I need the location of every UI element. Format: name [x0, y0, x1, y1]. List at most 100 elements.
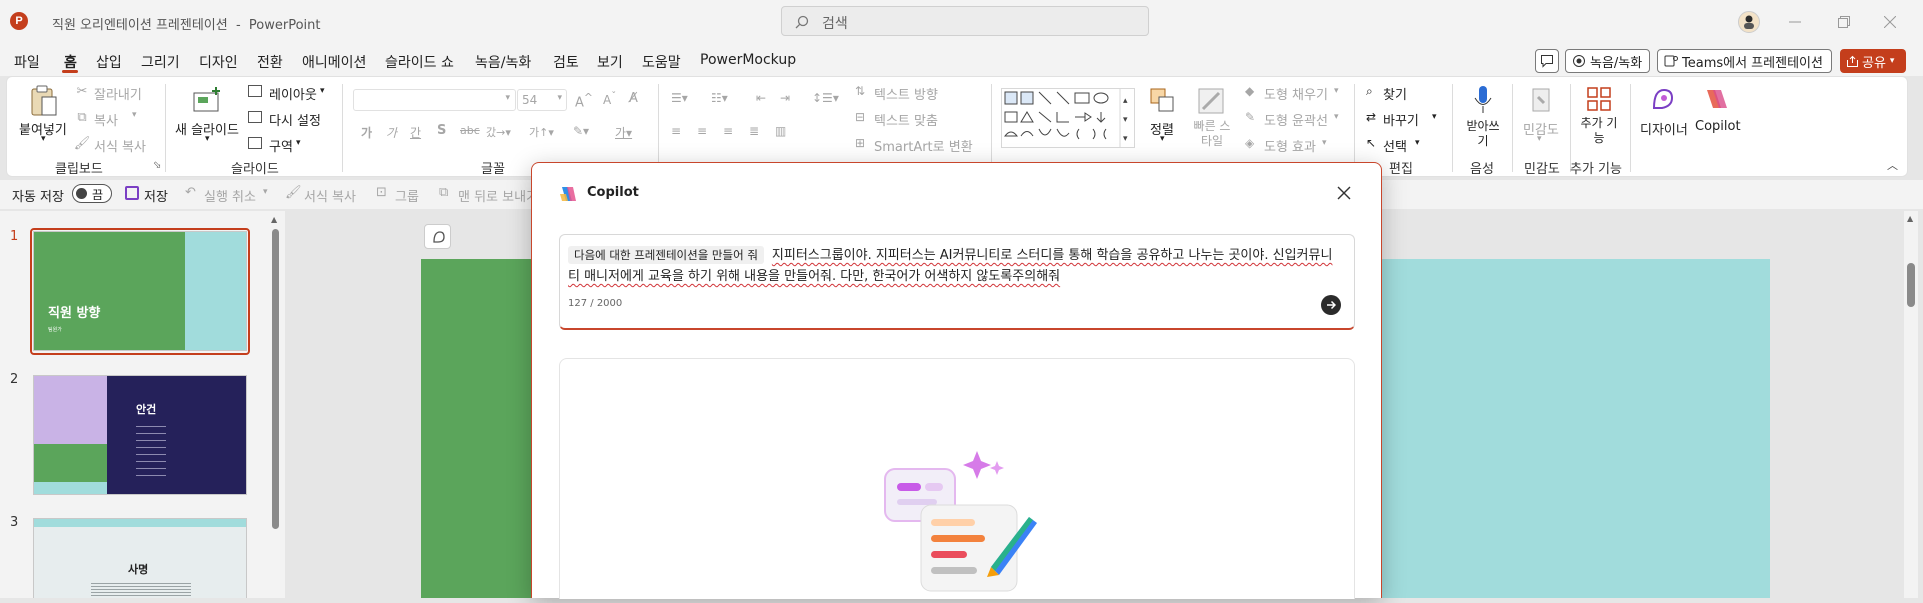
align-right-icon[interactable]: ≡ — [723, 124, 733, 138]
arrange-icon[interactable] — [1148, 86, 1178, 116]
clear-format-icon[interactable]: A̸ — [629, 91, 638, 106]
new-slide-icon[interactable] — [191, 86, 223, 116]
quick-styles-icon[interactable] — [1196, 86, 1226, 116]
shape-fill-button[interactable]: 도형 채우기 — [1264, 84, 1328, 103]
shapes-gallery[interactable]: ▴ ▾ ▾ — [1001, 88, 1135, 148]
slide-thumbnail-1[interactable]: 직원 방향 팀원가 — [33, 231, 247, 351]
char-spacing-icon[interactable]: 갔→▾ — [486, 124, 511, 140]
addins-icon[interactable] — [1584, 84, 1614, 114]
tab-slideshow[interactable]: 슬라이드 쇼 — [385, 52, 454, 72]
tab-draw[interactable]: 그리기 — [141, 52, 180, 72]
copy-button[interactable]: 복사 — [94, 110, 118, 129]
tab-design[interactable]: 디자인 — [199, 52, 238, 72]
record-button[interactable]: 녹음/녹화 — [1565, 49, 1650, 73]
tab-transitions[interactable]: 전환 — [257, 52, 283, 72]
text-direction-button[interactable]: 텍스트 방향 — [874, 84, 938, 103]
reset-button[interactable]: 다시 설정 — [269, 110, 321, 129]
tab-help[interactable]: 도움말 — [642, 52, 681, 72]
editor-scrollbar[interactable]: ▲ — [1904, 211, 1918, 598]
prompt-chip[interactable]: 다음에 대한 프레젠테이션을 만들어 줘 — [568, 246, 764, 264]
font-color-icon[interactable]: 가▾ — [615, 124, 632, 141]
font-name-select[interactable]: ▾ — [353, 89, 516, 111]
bold-icon[interactable]: 가 — [361, 124, 372, 141]
decrease-font-icon[interactable]: Aˇ — [603, 91, 616, 107]
undo-button[interactable]: 실행 취소 — [204, 186, 256, 205]
increase-font-icon[interactable]: A^ — [575, 91, 593, 110]
qat-format-painter-button[interactable]: 서식 복사 — [304, 186, 356, 205]
bullets-icon[interactable]: ☰▾ — [671, 91, 688, 105]
teams-present-button[interactable]: Teams에서 프레젠테이션 — [1657, 49, 1832, 73]
strikethrough-icon[interactable]: abc — [460, 124, 480, 137]
shadow-icon[interactable]: S — [437, 123, 446, 138]
section-button[interactable]: 구역 — [269, 136, 293, 155]
scrollbar-thumb[interactable] — [272, 229, 279, 529]
send-button[interactable] — [1321, 295, 1341, 315]
designer-float-icon[interactable] — [424, 224, 451, 249]
shape-outline-button[interactable]: 도형 윤곽선 — [1264, 110, 1328, 129]
restore-icon[interactable] — [1834, 12, 1854, 32]
tab-home[interactable]: 홈 — [64, 52, 77, 72]
send-back-button[interactable]: 맨 뒤로 보내기 — [458, 186, 538, 205]
tab-review[interactable]: 검토 — [553, 52, 579, 72]
slide-thumbnail-3[interactable]: 사명 — [33, 518, 247, 598]
svg-text:▾: ▾ — [1123, 115, 1128, 125]
cut-button[interactable]: 잘라내기 — [94, 84, 142, 103]
align-text-button[interactable]: 텍스트 맞춤 — [874, 110, 938, 129]
thumbnail-scrollbar[interactable]: ▲ — [271, 215, 279, 598]
scroll-up-icon[interactable]: ▲ — [271, 215, 277, 224]
decrease-indent-icon[interactable]: ⇤ — [756, 91, 766, 105]
dictate-button[interactable]: 받아쓰기 — [1465, 119, 1501, 149]
smartart-button[interactable]: SmartArt로 변환 — [874, 136, 973, 155]
prompt-box[interactable]: 다음에 대한 프레젠테이션을 만들어 줘 지피터스그룹이야. 지피터스는 AI커뮤… — [559, 234, 1355, 330]
collapse-ribbon-icon[interactable]: ︿ — [1887, 157, 1898, 173]
scroll-up-icon[interactable]: ▲ — [1907, 214, 1913, 223]
paste-icon[interactable] — [28, 84, 60, 118]
tab-animations[interactable]: 애니메이션 — [302, 52, 366, 72]
align-left-icon[interactable]: ≡ — [671, 124, 681, 138]
align-center-icon[interactable]: ≡ — [697, 124, 707, 138]
dialog-launcher-icon[interactable]: ⬂ — [153, 160, 161, 171]
quick-styles-button[interactable]: 빠른 스타일 — [1192, 119, 1232, 149]
copilot-ribbon-button[interactable]: Copilot — [1695, 119, 1741, 134]
user-avatar[interactable] — [1738, 11, 1760, 33]
sensitivity-icon[interactable] — [1527, 84, 1555, 116]
save-button[interactable]: 저장 — [144, 186, 168, 205]
microphone-icon[interactable] — [1469, 84, 1497, 116]
line-spacing-icon[interactable]: ↕☰▾ — [812, 91, 839, 105]
minimize-icon[interactable] — [1785, 12, 1805, 32]
underline-icon[interactable]: 간 — [410, 124, 421, 141]
addins-button[interactable]: 추가 기능 — [1580, 116, 1618, 146]
search-box[interactable]: 검색 — [781, 6, 1149, 36]
justify-icon[interactable]: ≣ — [749, 124, 759, 138]
numbering-icon[interactable]: ☷▾ — [711, 91, 728, 105]
font-size-select[interactable]: 54 ▾ — [517, 89, 567, 111]
tab-view[interactable]: 보기 — [597, 52, 623, 72]
find-button[interactable]: 찾기 — [1383, 84, 1407, 103]
group-button[interactable]: 그룹 — [395, 186, 419, 205]
slide-thumbnail-2[interactable]: 안건 — [33, 375, 247, 495]
designer-button[interactable]: 디자이너 — [1640, 119, 1688, 138]
prompt-text-area[interactable]: 다음에 대한 프레젠테이션을 만들어 줘 지피터스그룹이야. 지피터스는 AI커뮤… — [568, 245, 1338, 287]
shape-effects-button[interactable]: 도형 효과 — [1264, 136, 1316, 155]
tab-powermockup[interactable]: PowerMockup — [700, 52, 796, 68]
format-painter-button[interactable]: 서식 복사 — [94, 136, 146, 155]
designer-icon[interactable] — [1648, 84, 1678, 114]
highlight-icon[interactable]: ✎▾ — [573, 124, 589, 138]
tab-insert[interactable]: 삽입 — [96, 52, 122, 72]
share-button[interactable]: 공유 ▾ — [1840, 49, 1906, 73]
copilot-ribbon-icon[interactable] — [1699, 84, 1729, 114]
columns-icon[interactable]: ▥ — [775, 124, 786, 138]
layout-button[interactable]: 레이아웃 — [269, 84, 317, 103]
select-button[interactable]: 선택 — [1383, 136, 1407, 155]
comments-button[interactable] — [1535, 49, 1559, 73]
increase-indent-icon[interactable]: ⇥ — [780, 91, 790, 105]
change-case-icon[interactable]: 가↑▾ — [529, 124, 554, 140]
tab-file[interactable]: 파일 — [14, 52, 40, 72]
scrollbar-thumb[interactable] — [1907, 263, 1915, 307]
tab-record[interactable]: 녹음/녹화 — [475, 52, 531, 72]
replace-button[interactable]: 바꾸기 — [1383, 110, 1419, 129]
italic-icon[interactable]: 가 — [386, 124, 397, 141]
autosave-toggle[interactable]: 끔 — [72, 184, 112, 203]
close-window-icon[interactable] — [1880, 12, 1900, 32]
close-icon[interactable] — [1335, 184, 1353, 202]
